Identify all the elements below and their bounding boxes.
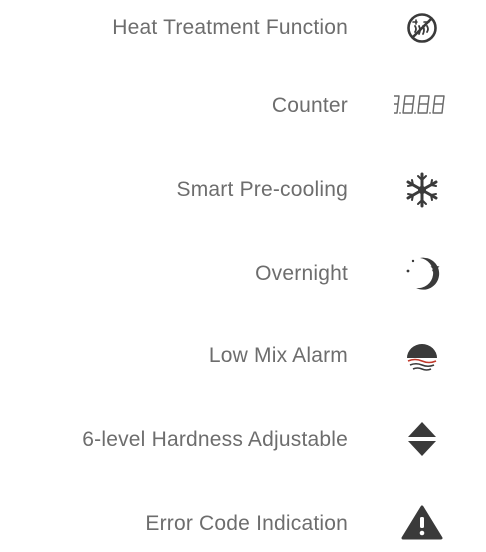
legend-label: 6-level Hardness Adjustable	[82, 428, 348, 451]
legend-row-counter: Counter	[0, 78, 486, 134]
up-down-arrows-icon	[394, 412, 450, 468]
warning-triangle-icon	[394, 496, 450, 552]
digital-counter-icon	[394, 78, 450, 134]
legend-row-heat-treatment: Heat Treatment Function	[0, 0, 486, 56]
legend-label: Error Code Indication	[145, 512, 348, 535]
moon-stars-icon	[394, 246, 450, 302]
legend-row-hardness-adjustable: 6-level Hardness Adjustable	[0, 412, 486, 468]
legend-row-overnight: Overnight	[0, 246, 486, 302]
legend-label: Smart Pre-cooling	[176, 178, 348, 201]
legend-row-smart-pre-cooling: Smart Pre-cooling	[0, 162, 486, 218]
heat-treatment-off-icon	[394, 0, 450, 56]
legend-label: Overnight	[255, 262, 348, 285]
low-mix-bowl-icon	[394, 328, 450, 384]
legend-row-low-mix-alarm: Low Mix Alarm	[0, 328, 486, 384]
legend-row-error-code: Error Code Indication	[0, 496, 486, 552]
legend-label: Counter	[271, 94, 348, 117]
legend-label: Heat Treatment Function	[112, 16, 348, 39]
legend-label: Low Mix Alarm	[208, 344, 348, 367]
snowflake-icon	[394, 162, 450, 218]
